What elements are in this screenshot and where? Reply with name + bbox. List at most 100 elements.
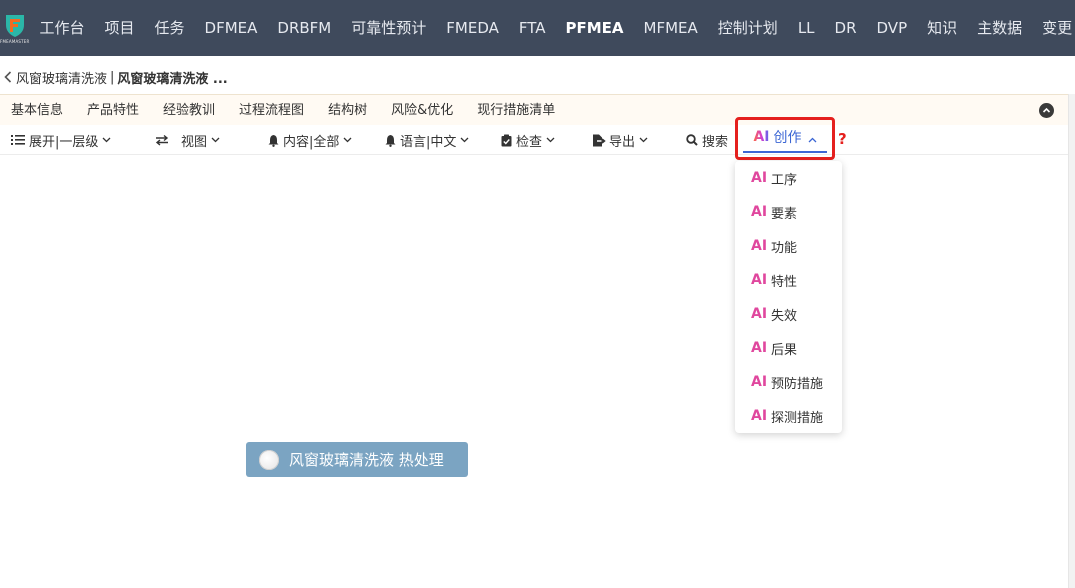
chevron-up-icon bbox=[808, 137, 816, 143]
nav-item[interactable]: 主数据 bbox=[967, 0, 1032, 56]
tab-item[interactable]: 现行措施清单 bbox=[465, 95, 567, 126]
tab-item[interactable]: 过程流程图 bbox=[227, 95, 316, 126]
ai-menu-item[interactable]: AI 功能 bbox=[735, 229, 842, 263]
ai-menu-item-label: 失效 bbox=[771, 308, 798, 324]
nav-item[interactable]: 知识 bbox=[917, 0, 967, 56]
export-label: 导出 bbox=[609, 134, 636, 150]
nav-item[interactable]: FMEDA bbox=[436, 0, 509, 56]
ai-create-menu: AI 工序 AI 要素 AI 功能 AI 特性 AI 失效 AI 后果 AI 预防措施 AI 探测措施 bbox=[735, 161, 842, 433]
nav-item[interactable]: DFMEA bbox=[195, 0, 268, 56]
ai-create-active-underline bbox=[743, 151, 827, 153]
export-file-icon bbox=[593, 134, 606, 146]
ai-badge-icon: AI bbox=[751, 340, 768, 356]
swap-arrows-icon bbox=[155, 134, 169, 146]
search-icon bbox=[686, 134, 698, 146]
tab-bar: 基本信息 产品特性 经验教训 过程流程图 结构树 风险&优化 现行措施清单 bbox=[0, 94, 1068, 125]
chevron-down-icon bbox=[211, 137, 220, 143]
ai-logo-icon: AI bbox=[753, 129, 770, 145]
ai-menu-item[interactable]: AI 失效 bbox=[735, 297, 842, 331]
breadcrumb: 风窗玻璃清洗液 | 风窗玻璃清洗液 ... bbox=[0, 64, 228, 90]
tab-list: 基本信息 产品特性 经验教训 过程流程图 结构树 风险&优化 现行措施清单 bbox=[0, 95, 567, 126]
ai-menu-item[interactable]: AI 特性 bbox=[735, 263, 842, 297]
process-node[interactable]: 风窗玻璃清洗液 热处理 bbox=[246, 442, 468, 477]
toolbar: 展开|一层级 视图 内容|全部 语言|中文 检查 导出 搜索 bbox=[0, 125, 1068, 155]
ai-badge-icon: AI bbox=[751, 306, 768, 322]
nav-item[interactable]: 控制计划 bbox=[708, 0, 788, 56]
expand-level-dropdown[interactable]: 展开|一层级 bbox=[11, 125, 111, 155]
bell-icon bbox=[385, 134, 396, 147]
nav-item[interactable]: PFMEA bbox=[556, 0, 634, 56]
nav-item[interactable]: 工作台 bbox=[30, 0, 95, 56]
language-label: 语言|中文 bbox=[400, 134, 457, 150]
language-dropdown[interactable]: 语言|中文 bbox=[385, 125, 469, 155]
app-root: FMEAMASTER 工作台 项目 任务 DFMEA DRBFM 可靠性预计 FMEDA FT… bbox=[0, 0, 1075, 588]
ai-badge-icon: AI bbox=[751, 408, 768, 424]
ai-badge-icon: AI bbox=[751, 238, 768, 254]
ai-menu-item-label: 探测措施 bbox=[771, 410, 824, 426]
ai-menu-item-label: 后果 bbox=[771, 342, 798, 358]
content-filter-label: 内容|全部 bbox=[283, 134, 340, 150]
chevron-down-icon bbox=[639, 137, 648, 143]
view-dropdown[interactable]: 视图 bbox=[155, 125, 220, 155]
ai-menu-item[interactable]: AI 工序 bbox=[735, 161, 842, 195]
ai-create-dropdown[interactable]: AI 创作 bbox=[735, 117, 835, 160]
ai-menu-item[interactable]: AI 预防措施 bbox=[735, 365, 842, 399]
check-dropdown[interactable]: 检查 bbox=[501, 125, 555, 155]
tab-item[interactable]: 产品特性 bbox=[75, 95, 151, 126]
process-node-label: 风窗玻璃清洗液 热处理 bbox=[289, 451, 444, 469]
nav-item[interactable]: DR bbox=[825, 0, 867, 56]
tab-item[interactable]: 基本信息 bbox=[0, 95, 75, 126]
nav-item[interactable]: DRBFM bbox=[267, 0, 341, 56]
nav-item[interactable]: 任务 bbox=[145, 0, 195, 56]
ai-badge-icon: AI bbox=[751, 374, 768, 390]
bell-icon bbox=[268, 134, 279, 147]
nav-item[interactable]: 变更 bbox=[1032, 0, 1075, 56]
export-dropdown[interactable]: 导出 bbox=[592, 125, 648, 155]
nav-item[interactable]: DVP bbox=[867, 0, 918, 56]
view-label: 视图 bbox=[181, 134, 208, 150]
top-nav-bar: FMEAMASTER 工作台 项目 任务 DFMEA DRBFM 可靠性预计 FMEDA FT… bbox=[0, 0, 1075, 56]
back-chevron-icon[interactable] bbox=[0, 64, 16, 90]
ai-menu-item[interactable]: AI 探测措施 bbox=[735, 399, 842, 433]
collapse-up-icon[interactable] bbox=[1039, 103, 1054, 118]
nav-item[interactable]: LL bbox=[788, 0, 825, 56]
logo-brand-text: FMEAMASTER bbox=[0, 39, 30, 44]
ai-badge-icon: AI bbox=[751, 204, 768, 220]
ai-menu-item-label: 工序 bbox=[771, 172, 798, 188]
nav-item[interactable]: FTA bbox=[509, 0, 556, 56]
ai-menu-item-label: 要素 bbox=[771, 206, 798, 222]
tab-item[interactable]: 经验教训 bbox=[151, 95, 227, 126]
vertical-scrollbar[interactable] bbox=[1068, 94, 1075, 588]
ai-menu-item-label: 预防措施 bbox=[771, 376, 824, 392]
chevron-down-icon bbox=[343, 137, 352, 143]
ai-badge-icon: AI bbox=[751, 170, 768, 186]
ai-menu-item-label: 特性 bbox=[771, 274, 798, 290]
nav-item[interactable]: 可靠性预计 bbox=[341, 0, 436, 56]
nav-item[interactable]: MFMEA bbox=[634, 0, 708, 56]
tab-item[interactable]: 风险&优化 bbox=[379, 95, 465, 126]
check-label: 检查 bbox=[516, 134, 543, 150]
chevron-down-icon bbox=[546, 137, 555, 143]
content-filter-dropdown[interactable]: 内容|全部 bbox=[268, 125, 352, 155]
nav-item[interactable]: 项目 bbox=[95, 0, 145, 56]
clipboard-check-icon bbox=[501, 134, 512, 146]
logo[interactable]: FMEAMASTER bbox=[0, 0, 30, 56]
chevron-down-icon bbox=[102, 137, 111, 143]
help-icon[interactable]: ? bbox=[838, 130, 847, 148]
ai-create-button-content: AI 创作 bbox=[742, 125, 828, 149]
ai-menu-item[interactable]: AI 后果 bbox=[735, 331, 842, 365]
ai-menu-item[interactable]: AI 要素 bbox=[735, 195, 842, 229]
breadcrumb-parent[interactable]: 风窗玻璃清洗液 bbox=[16, 68, 107, 87]
expand-level-label: 展开|一层级 bbox=[29, 134, 99, 150]
top-nav-items: 工作台 项目 任务 DFMEA DRBFM 可靠性预计 FMEDA FTA PFMEA MFMEA… bbox=[30, 0, 1075, 56]
breadcrumb-separator: | bbox=[110, 69, 115, 85]
list-indent-icon bbox=[11, 135, 25, 145]
search-label: 搜索 bbox=[702, 134, 729, 150]
tab-item[interactable]: 结构树 bbox=[316, 95, 379, 126]
ai-badge-icon: AI bbox=[751, 272, 768, 288]
search-button[interactable]: 搜索 bbox=[686, 125, 728, 155]
node-radio-icon[interactable] bbox=[259, 449, 279, 470]
ai-menu-item-label: 功能 bbox=[771, 240, 798, 256]
ai-create-label: 创作 bbox=[773, 130, 802, 146]
breadcrumb-current: 风窗玻璃清洗液 ... bbox=[117, 71, 228, 87]
